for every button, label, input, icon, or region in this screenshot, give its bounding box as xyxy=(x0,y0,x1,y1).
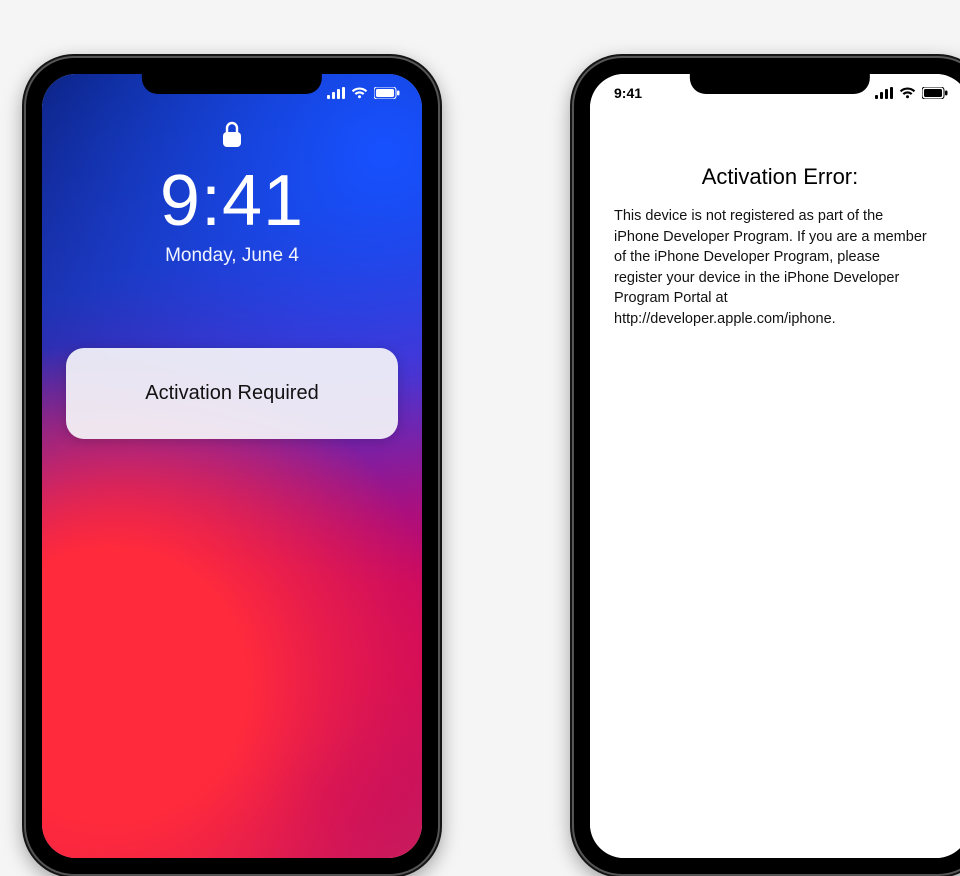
lockscreen-header: 9:41 Monday, June 4 xyxy=(42,120,422,267)
status-time: 9:41 xyxy=(608,85,668,101)
status-indicators xyxy=(875,87,952,99)
phone-mockup-left: 9:41 Monday, June 4 Activation Required xyxy=(24,56,440,876)
volume-down-button xyxy=(24,268,26,314)
activation-required-card[interactable]: Activation Required xyxy=(66,348,398,439)
activation-error-screen: 9:41 xyxy=(590,74,960,858)
stage: 9:41 Monday, June 4 Activation Required xyxy=(0,0,960,720)
mute-switch xyxy=(24,168,26,192)
activation-error-body: This device is not registered as part of… xyxy=(614,206,932,329)
power-button xyxy=(438,228,440,298)
phone-notch xyxy=(690,68,870,94)
volume-up-button xyxy=(572,208,574,254)
wifi-icon xyxy=(899,87,916,99)
activation-required-label: Activation Required xyxy=(145,382,318,404)
volume-up-button xyxy=(24,208,26,254)
status-indicators xyxy=(327,87,404,99)
phone-bezel: 9:41 xyxy=(584,68,960,864)
lockscreen-time: 9:41 xyxy=(160,165,304,237)
cellular-signal-icon xyxy=(875,87,893,99)
activation-error-title: Activation Error: xyxy=(590,164,960,190)
phone-bezel: 9:41 Monday, June 4 Activation Required xyxy=(36,68,428,864)
lock-icon xyxy=(221,120,243,155)
lockscreen-date: Monday, June 4 xyxy=(165,245,299,267)
volume-down-button xyxy=(572,268,574,314)
mute-switch xyxy=(572,168,574,192)
cellular-signal-icon xyxy=(327,87,345,99)
battery-icon xyxy=(374,87,400,99)
wifi-icon xyxy=(351,87,368,99)
phone-mockup-right: 9:41 xyxy=(572,56,960,876)
phone-screen-left: 9:41 Monday, June 4 Activation Required xyxy=(42,74,422,858)
phone-notch xyxy=(142,68,322,94)
phone-screen-right: 9:41 xyxy=(590,74,960,858)
battery-icon xyxy=(922,87,948,99)
